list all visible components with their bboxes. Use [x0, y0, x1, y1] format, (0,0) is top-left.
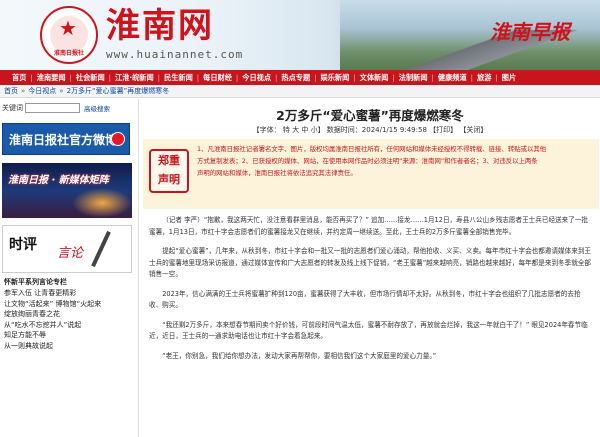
advanced-search-link[interactable]: 高级搜索 [84, 103, 110, 113]
article-title: 2万多斤“爱心蜜薯”再度爆燃寒冬 [276, 108, 464, 123]
copyright-notice: 郑重 声明 1、凡淮南日报社记者署名文字、图片，版权均属淮南日报社所有，任何网站… [143, 139, 599, 209]
article-paragraph: 2023年，信心满满的王士兵将蜜薯扩种到120亩，蜜薯获得了大丰收，但市场行情却… [149, 289, 581, 310]
article-paragraph: “我还剩2万多斤，本来想春节期间卖个好价钱，可前段时间气温太低，蜜薯不耐存放了，… [149, 320, 588, 341]
nav-item-society[interactable]: 社会新闻 [76, 73, 105, 83]
nav-item-topics[interactable]: 热点专题 [281, 73, 310, 83]
nav-item-photos[interactable]: 图片 [502, 73, 516, 83]
article-datetime: 数据时间：2024/1/15 9:49:58 [326, 126, 427, 134]
nav-item-finance[interactable]: 每日财经 [203, 73, 232, 83]
nav-item-today[interactable]: 今日视点 [242, 73, 271, 83]
breadcrumb-current[interactable]: 2万多斤“爱心蜜薯”再度爆燃寒冬 [67, 86, 170, 96]
left-sidebar: 关键词 高级搜索 淮南日报社官方微博 淮南日报 · 新媒体矩阵 时评 言论 怀新… [0, 99, 136, 437]
font-size-medium[interactable]: 中 [301, 126, 308, 134]
site-url: www.huainannet.com [106, 48, 244, 61]
font-size-large[interactable]: 大 [292, 126, 299, 134]
newspaper-name: 淮南早报 [490, 20, 570, 44]
nav-item-health[interactable]: 健康频道 [438, 73, 467, 83]
official-weibo-banner[interactable]: 淮南日报社官方微博 [2, 123, 130, 155]
new-media-banner-text: 淮南日报 · 新媒体矩阵 [8, 175, 109, 186]
article-area: 2万多斤“爱心蜜薯”再度爆燃寒冬 【字体： 特 大 中 小】 数据时间：2024… [138, 99, 600, 437]
commentary-list-head[interactable]: 怀新平系列言论专栏 [4, 277, 134, 287]
article-paragraph: “老王，你别急，我们给你想办法，发动大家再帮帮你，要相信我们这个大家庭里的爱心力… [162, 351, 437, 360]
article-paragraph: 提起“爱心蜜薯”，几年来，从秋到冬，市红十字会和一批又一批的志愿者们爱心涌动，帮… [149, 247, 592, 278]
nav-item-law[interactable]: 法制新闻 [399, 73, 428, 83]
breadcrumb: 首页 » 今日视点 » 2万多斤“爱心蜜薯”再度爆燃寒冬 [0, 85, 600, 98]
site-name[interactable]: 淮南网 [106, 6, 214, 46]
breadcrumb-home[interactable]: 首页 [4, 86, 18, 96]
nav-item-local[interactable]: 淮南要闻 [37, 73, 66, 83]
solemn-declaration-stamp: 郑重 声明 [149, 149, 189, 193]
weibo-icon [111, 132, 125, 146]
font-size-small[interactable]: 小 [311, 126, 318, 134]
list-item[interactable]: 绽放绚丽青春之花 [4, 309, 134, 320]
star-icon: ★ [59, 16, 77, 40]
font-size-label: 【字体： [252, 126, 281, 134]
commentary-title: 时评 [9, 237, 37, 253]
print-link[interactable]: 【打印】 [429, 126, 457, 134]
close-link[interactable]: 【关闭】 [459, 126, 487, 134]
keyword-label: 关键词 [2, 104, 23, 112]
article-paragraph: （记者 李严）“抱歉，我这两天忙，没注意看群里消息，能否再买了？” 追加……接龙… [149, 216, 589, 236]
main-nav: 首页 | 淮南要闻 | 社会新闻 | 江淮·皖新闻 | 民生新闻 | 每日财经 | 今日视点… [0, 70, 600, 85]
list-item[interactable]: 从“吃水不忘挖井人”说起 [4, 320, 134, 331]
notice-text: 1、凡淮南日报社记者署名文字、图片，版权均属淮南日报社所有，任何网站和媒体未经授… [197, 145, 547, 177]
keyword-search: 关键词 高级搜索 [2, 103, 110, 113]
article-body: （记者 李严）“抱歉，我这两天忙，没注意看群里消息，能否再买了？” 追加……接龙… [149, 215, 593, 370]
nav-item-home[interactable]: 首页 [12, 73, 26, 83]
nav-item-travel[interactable]: 旅游 [477, 73, 491, 83]
article-meta: 【字体： 特 大 中 小】 数据时间：2024/1/15 9:49:58 【打印… [252, 126, 488, 134]
nav-item-region[interactable]: 江淮·皖新闻 [115, 73, 154, 83]
header-banner: ★ 淮南日报社 淮南网 www.huainannet.com 淮南早报 [0, 0, 600, 70]
nav-item-entertainment[interactable]: 娱乐新闻 [321, 73, 350, 83]
commentary-banner[interactable]: 时评 言论 [2, 225, 132, 273]
list-item[interactable]: 让文物“活起来” 博物馆“火起来 [4, 299, 134, 310]
weibo-banner-text: 淮南日报社官方微博 [9, 133, 118, 147]
font-size-xlarge[interactable]: 特 [283, 126, 290, 134]
commentary-subtitle: 言论 [57, 246, 84, 261]
list-item[interactable]: 从一则典故说起 [4, 341, 134, 352]
huainan-daily-emblem[interactable]: ★ 淮南日报社 [40, 6, 98, 64]
new-media-banner[interactable]: 淮南日报 · 新媒体矩阵 [2, 163, 132, 218]
pen-icon [91, 230, 111, 268]
commentary-list: 怀新平系列言论专栏 参军入伍 让青春更精彩 让文物“活起来” 博物馆“火起来 绽… [4, 277, 134, 351]
breadcrumb-section[interactable]: 今日视点 [28, 86, 56, 96]
nav-item-sports[interactable]: 文体新闻 [360, 73, 389, 83]
list-item[interactable]: 参军入伍 让青春更精彩 [4, 288, 134, 299]
emblem-text: 淮南日报社 [53, 50, 84, 57]
list-item[interactable]: 知足方能不辱 [4, 330, 134, 341]
keyword-input[interactable] [25, 103, 80, 113]
nav-item-livelihood[interactable]: 民生新闻 [164, 73, 193, 83]
